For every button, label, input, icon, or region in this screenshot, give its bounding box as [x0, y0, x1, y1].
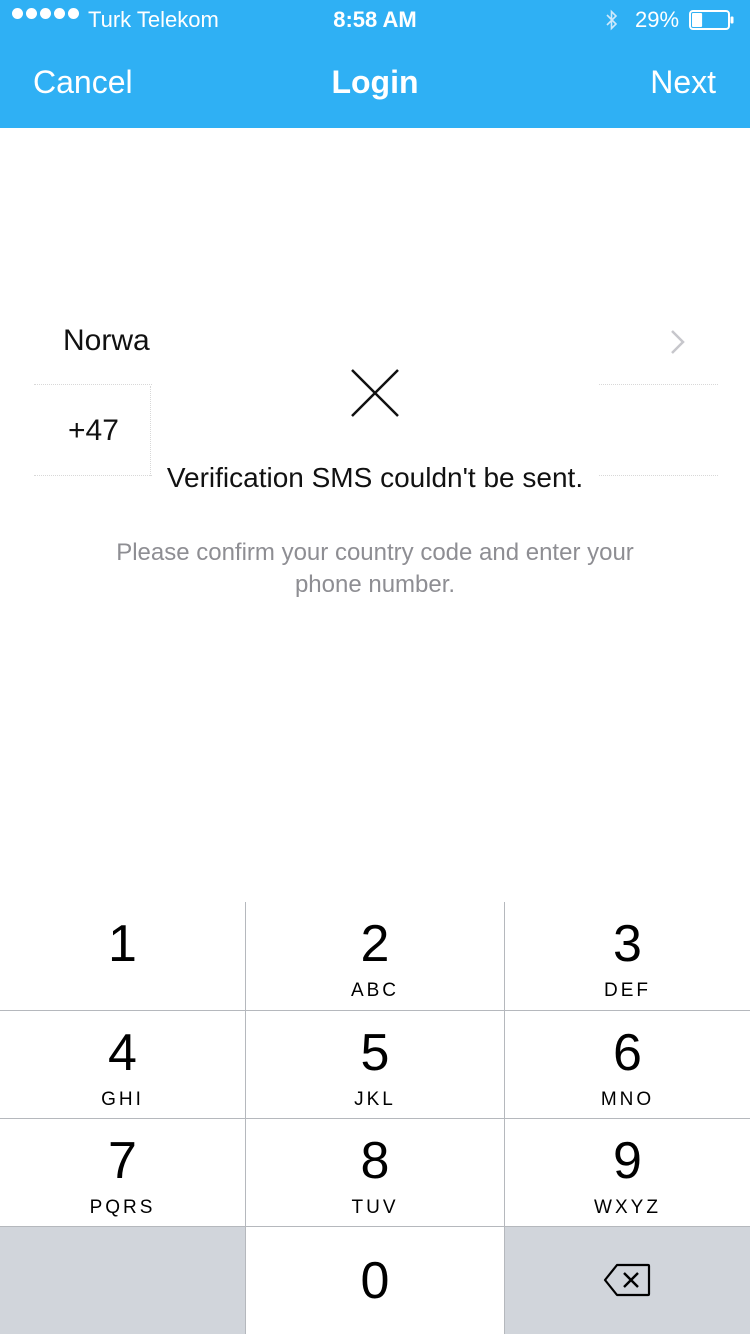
numeric-keypad: 1 2 ABC 3 DEF 4 GHI 5 JKL 6 MNO 7 PQRS 8… [0, 902, 750, 1334]
key-0[interactable]: 0 [246, 1227, 504, 1334]
key-digit: 9 [613, 1132, 642, 1190]
country-name: Norwa [63, 324, 150, 357]
instruction-text: Please confirm your country code and ent… [116, 539, 634, 598]
key-letters: ABC [350, 980, 400, 1001]
key-letters: GHI [101, 1089, 144, 1110]
key-letters: WXYZ [594, 1197, 661, 1218]
key-digit: 7 [108, 1132, 137, 1190]
page-title: Login [331, 64, 419, 100]
key-8[interactable]: 8 TUV [246, 1119, 504, 1226]
key-7[interactable]: 7 PQRS [0, 1119, 245, 1226]
key-letters: MNO [600, 1089, 655, 1110]
key-3[interactable]: 3 DEF [505, 902, 750, 1010]
key-digit: 6 [613, 1024, 642, 1082]
keypad-divider [0, 1010, 750, 1011]
key-digit: 0 [360, 1252, 390, 1310]
battery-icon [689, 10, 734, 30]
key-4[interactable]: 4 GHI [0, 1011, 245, 1118]
battery-percent: 29% [635, 7, 680, 32]
key-digit: 2 [360, 915, 390, 973]
keypad-divider [0, 1226, 750, 1227]
top-bar: Turk Telekom 8:58 AM 29% Cancel Login Ne… [0, 0, 750, 128]
key-5[interactable]: 5 JKL [246, 1011, 504, 1118]
key-9[interactable]: 9 WXYZ [505, 1119, 750, 1226]
country-code-field[interactable]: +47 [68, 414, 119, 448]
key-1[interactable]: 1 [0, 902, 245, 1010]
close-icon [350, 368, 400, 418]
empty-key [0, 1227, 245, 1334]
key-letters: TUV [351, 1197, 399, 1218]
chevron-right-icon [668, 328, 688, 361]
divider [150, 386, 151, 476]
backspace-key[interactable] [505, 1227, 750, 1334]
error-toast: Verification SMS couldn't be sent. [152, 330, 598, 540]
error-message: Verification SMS couldn't be sent. [166, 462, 584, 493]
key-letters: PQRS [89, 1197, 156, 1218]
keypad-divider [0, 1118, 750, 1119]
key-letters: DEF [604, 980, 651, 1001]
key-digit: 8 [360, 1132, 390, 1190]
key-6[interactable]: 6 MNO [505, 1011, 750, 1118]
navigation-bar: Cancel Login Next [0, 40, 750, 128]
key-digit: 1 [108, 915, 137, 973]
next-button[interactable]: Next [650, 64, 716, 101]
key-digit: 3 [613, 915, 642, 973]
key-2[interactable]: 2 ABC [246, 902, 504, 1010]
backspace-icon [603, 1263, 651, 1302]
status-bar: Turk Telekom 8:58 AM 29% [0, 0, 750, 40]
bluetooth-icon [604, 8, 620, 38]
key-letters: JKL [354, 1089, 396, 1110]
key-digit: 5 [360, 1024, 390, 1082]
key-digit: 4 [108, 1024, 137, 1082]
